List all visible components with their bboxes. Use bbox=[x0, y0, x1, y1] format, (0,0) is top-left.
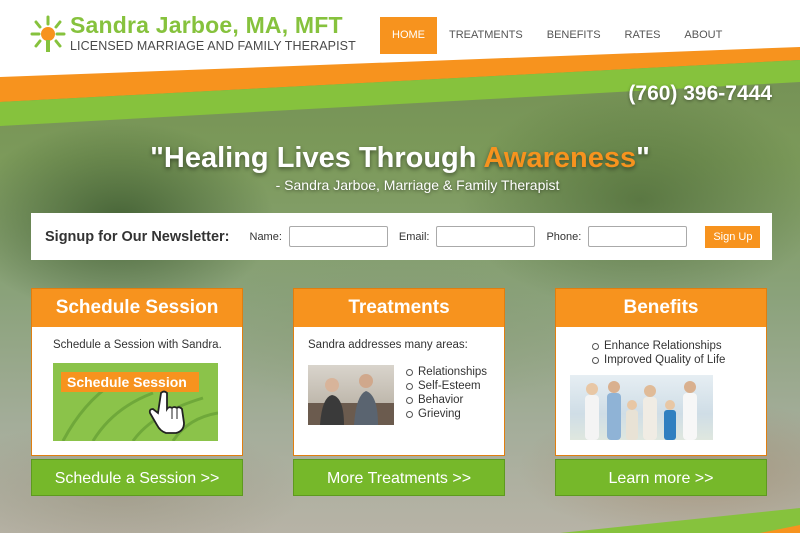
nav-rates[interactable]: RATES bbox=[613, 17, 673, 54]
nav-treatments[interactable]: TREATMENTS bbox=[437, 17, 535, 54]
newsletter-bar: Signup for Our Newsletter: Name: Email: … bbox=[31, 213, 772, 260]
nav-benefits[interactable]: BENEFITS bbox=[535, 17, 613, 54]
name-label: Name: bbox=[249, 230, 282, 243]
list-item: Relationships bbox=[406, 365, 487, 379]
list-item: Improved Quality of Life bbox=[592, 353, 752, 367]
treatments-card: Treatments Sandra addresses many areas: … bbox=[293, 288, 505, 456]
hero-subtitle: - Sandra Jarboe, Marriage & Family Thera… bbox=[275, 177, 560, 193]
couple-figures-icon bbox=[308, 374, 394, 425]
phone-label: Phone: bbox=[546, 230, 582, 243]
newsletter-title: Signup for Our Newsletter: bbox=[45, 228, 230, 245]
brand-name: Sandra Jarboe, MA, MFT bbox=[70, 12, 343, 38]
schedule-card-title: Schedule Session bbox=[32, 289, 242, 327]
hero-quote-end: " bbox=[636, 142, 650, 174]
hero: "Healing Lives Through Awareness" - Sand… bbox=[0, 142, 800, 193]
hero-quote: "Healing Lives Through Awareness" bbox=[0, 142, 800, 175]
list-item: Self-Esteem bbox=[406, 379, 487, 393]
nav-about[interactable]: ABOUT bbox=[672, 17, 734, 54]
phone-number[interactable]: (760) 396-7444 bbox=[628, 82, 772, 106]
site-logo[interactable]: Sandra Jarboe, MA, MFT LICENSED MARRIAGE… bbox=[30, 12, 356, 54]
schedule-card-text: Schedule a Session with Sandra. bbox=[53, 339, 222, 351]
treatments-list: Relationships Self-Esteem Behavior Griev… bbox=[406, 365, 487, 425]
benefits-card: Benefits Enhance Relationships Improved … bbox=[555, 288, 767, 456]
family-photo bbox=[570, 375, 713, 440]
name-field[interactable] bbox=[288, 226, 388, 247]
brand-tagline: LICENSED MARRIAGE AND FAMILY THERAPIST bbox=[70, 39, 356, 53]
sun-figure-icon bbox=[30, 15, 66, 52]
benefits-list: Enhance Relationships Improved Quality o… bbox=[592, 339, 752, 367]
treatments-card-title: Treatments bbox=[294, 289, 504, 327]
more-treatments-button[interactable]: More Treatments >> bbox=[293, 459, 505, 496]
site-header: Sandra Jarboe, MA, MFT LICENSED MARRIAGE… bbox=[0, 0, 800, 130]
schedule-card: Schedule Session Schedule a Session with… bbox=[31, 288, 243, 456]
main-nav: HOME TREATMENTS BENEFITS RATES ABOUT bbox=[380, 17, 734, 54]
list-item: Enhance Relationships bbox=[592, 339, 752, 353]
email-label: Email: bbox=[398, 230, 430, 243]
benefits-card-title: Benefits bbox=[556, 289, 766, 327]
learn-more-button[interactable]: Learn more >> bbox=[555, 459, 767, 496]
family-figures-icon bbox=[585, 381, 697, 440]
schedule-session-button[interactable]: Schedule a Session >> bbox=[31, 459, 243, 496]
phone-field[interactable] bbox=[588, 226, 688, 247]
hand-cursor-icon bbox=[148, 390, 185, 434]
couple-photo bbox=[308, 365, 394, 425]
list-item: Behavior bbox=[406, 393, 487, 407]
signup-button[interactable]: Sign Up bbox=[705, 225, 761, 248]
nav-home[interactable]: HOME bbox=[380, 17, 437, 54]
email-field[interactable] bbox=[436, 226, 536, 247]
hero-quote-accent: Awareness bbox=[483, 142, 637, 174]
list-item: Grieving bbox=[406, 407, 487, 421]
hero-quote-start: "Healing Lives Through bbox=[150, 142, 484, 174]
schedule-session-image[interactable]: Schedule Session bbox=[53, 363, 218, 441]
treatments-card-text: Sandra addresses many areas: bbox=[308, 339, 468, 351]
